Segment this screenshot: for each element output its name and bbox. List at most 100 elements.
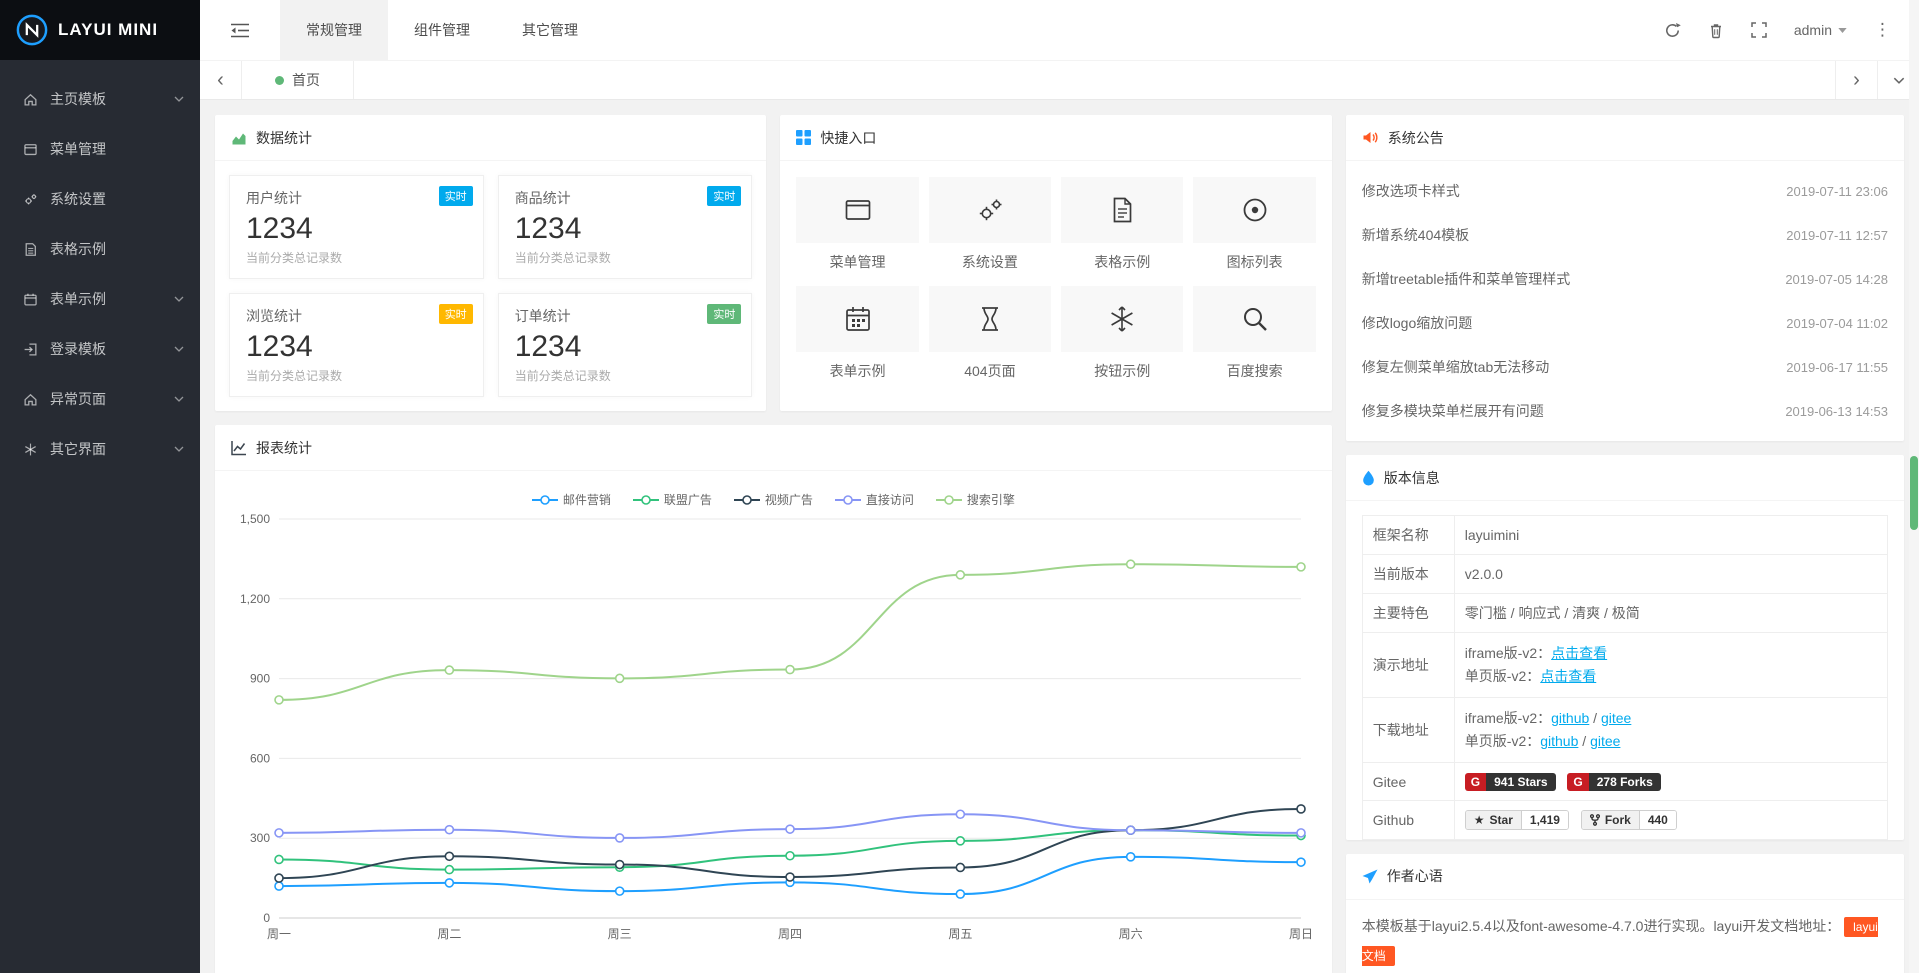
version-feature-value: 零门槛 / 响应式 / 清爽 / 极简 [1454, 594, 1887, 633]
stat-desc: 当前分类总记录数 [515, 249, 736, 266]
content: 数据统计 用户统计 1234 当前分类总记录数 实时 商品统计 1 [200, 100, 1919, 973]
card-title: 数据统计 [256, 128, 312, 148]
quick-item-table-example[interactable]: 表格示例 [1061, 177, 1183, 272]
quick-item-label: 菜单管理 [796, 252, 918, 272]
tab-home[interactable]: 首页 [242, 61, 354, 99]
quick-entry-card: 快捷入口 菜单管理 系统设置 [780, 115, 1331, 411]
announcement-item[interactable]: 新增treetable插件和菜单管理样式2019-07-05 14:28 [1362, 257, 1888, 301]
fullscreen-button[interactable] [1751, 22, 1767, 38]
quick-item-label: 百度搜索 [1193, 361, 1315, 381]
announcement-item[interactable]: 修复多模块菜单栏展开有问题2019-06-13 14:53 [1362, 389, 1888, 433]
version-table: 框架名称 layuimini 当前版本 v2.0.0 主要特色 零门槛 / 响应… [1362, 515, 1888, 840]
gitee-stars-badge[interactable]: G941 Stars [1465, 773, 1556, 791]
github-star-label: Star [1490, 813, 1513, 827]
user-dropdown[interactable]: admin [1794, 22, 1847, 38]
legend-marker-icon [532, 494, 558, 506]
quick-item-menu-manage[interactable]: 菜单管理 [796, 177, 918, 272]
sidebar-item-home-template[interactable]: 主页模板 [0, 74, 200, 124]
tab-scroll-right-button[interactable]: › [1835, 61, 1877, 99]
version-row-label: 主要特色 [1362, 594, 1454, 633]
sidebar-item-other-ui[interactable]: 其它界面 [0, 424, 200, 474]
version-row-label: 当前版本 [1362, 555, 1454, 594]
github-star-count: 1,419 [1522, 811, 1568, 829]
announcements-card: 系统公告 修改选项卡样式2019-07-11 23:06 新增系统404模板20… [1346, 115, 1904, 441]
announcement-item[interactable]: 修改选项卡样式2019-07-11 23:06 [1362, 169, 1888, 213]
legend-item[interactable]: 邮件营销 [532, 491, 611, 508]
sidebar-item-login-template[interactable]: 登录模板 [0, 324, 200, 374]
legend-item[interactable]: 搜索引擎 [936, 491, 1015, 508]
stat-label: 商品统计 [515, 188, 736, 208]
version-download-value: iframe版-v2：github / gitee 单页版-v2：github … [1454, 698, 1887, 763]
sidebar-item-menu-manage[interactable]: 菜单管理 [0, 124, 200, 174]
window-icon [796, 177, 918, 243]
legend-item[interactable]: 联盟广告 [633, 491, 712, 508]
more-menu-button[interactable]: ⋮ [1874, 20, 1891, 40]
announcement-item[interactable]: 修改logo缩放问题2019-07-04 11:02 [1362, 301, 1888, 345]
quick-item-baidu-search[interactable]: 百度搜索 [1193, 286, 1315, 381]
version-gitee-value: G941 Stars G278 Forks [1454, 763, 1887, 800]
download-github-link[interactable]: github [1551, 710, 1589, 726]
status-badge: 实时 [439, 304, 473, 324]
flame-icon [1362, 470, 1375, 486]
sidebar-item-error-pages[interactable]: 异常页面 [0, 374, 200, 424]
app-root: LAYUI MINI 主页模板 菜单管理 系统设置 表格示例 表单 [0, 0, 1919, 973]
quick-item-label: 图标列表 [1193, 252, 1315, 272]
gitee-logo-icon: G [1465, 773, 1486, 791]
sidebar-item-system-settings[interactable]: 系统设置 [0, 174, 200, 224]
app-logo[interactable]: LAYUI MINI [0, 0, 200, 60]
legend-marker-icon [633, 494, 659, 506]
report-line-chart-svg: 03006009001,2001,500周一周二周三周四周五周六周日 [229, 477, 1319, 952]
author-card: 作者心语 本模板基于layui2.5.4以及font-awesome-4.7.0… [1346, 854, 1904, 973]
gitee-forks-count: 278 Forks [1589, 773, 1661, 791]
download-github-link[interactable]: github [1540, 733, 1578, 749]
sidebar-collapse-button[interactable] [200, 0, 280, 60]
clear-cache-button[interactable] [1708, 22, 1724, 39]
quick-item-system-settings[interactable]: 系统设置 [929, 177, 1051, 272]
header-tab-general[interactable]: 常规管理 [280, 0, 388, 60]
content-right-column: 系统公告 修改选项卡样式2019-07-11 23:06 新增系统404模板20… [1339, 108, 1911, 965]
download-gitee-link[interactable]: gitee [1601, 710, 1631, 726]
github-fork-badge[interactable]: Fork440 [1581, 810, 1677, 830]
quick-item-form-example[interactable]: 表单示例 [796, 286, 918, 381]
page-scrollbar-thumb[interactable] [1910, 456, 1918, 530]
legend-item[interactable]: 视频广告 [734, 491, 813, 508]
stat-value: 1234 [246, 329, 467, 365]
svg-text:900: 900 [250, 672, 270, 686]
demo-onepage-link[interactable]: 点击查看 [1540, 668, 1596, 684]
svg-text:300: 300 [250, 831, 270, 845]
refresh-button[interactable] [1664, 22, 1681, 39]
version-card-header: 版本信息 [1346, 455, 1904, 501]
stat-box-orders: 订单统计 1234 当前分类总记录数 实时 [498, 293, 753, 397]
search-icon [1193, 286, 1315, 352]
app-title: LAYUI MINI [58, 20, 158, 40]
quick-grid: 菜单管理 系统设置 表格示例 [780, 161, 1331, 397]
sign-in-icon [20, 342, 40, 357]
status-badge: 实时 [439, 186, 473, 206]
quick-item-button-example[interactable]: 按钮示例 [1061, 286, 1183, 381]
sidebar-item-form-example[interactable]: 表单示例 [0, 274, 200, 324]
header-tab-label: 常规管理 [306, 20, 362, 40]
version-framework-value: layuimini [1454, 516, 1887, 555]
demo-line-prefix: iframe版-v2： [1465, 645, 1551, 661]
sidebar-item-table-example[interactable]: 表格示例 [0, 224, 200, 274]
quick-item-icon-list[interactable]: 图标列表 [1193, 177, 1315, 272]
download-gitee-link[interactable]: gitee [1590, 733, 1620, 749]
legend-item[interactable]: 直接访问 [835, 491, 914, 508]
demo-iframe-link[interactable]: 点击查看 [1551, 645, 1607, 661]
author-intro-text: 本模板基于layui2.5.4以及font-awesome-4.7.0进行实现。… [1362, 918, 1840, 934]
announcement-item[interactable]: 修复左侧菜单缩放tab无法移动2019-06-17 11:55 [1362, 345, 1888, 389]
outdent-icon [231, 23, 250, 38]
link-separator: / [1589, 710, 1601, 726]
tab-scroll-left-button[interactable]: ‹ [200, 61, 242, 99]
gitee-forks-badge[interactable]: G278 Forks [1567, 773, 1660, 791]
announcement-text: 修复左侧菜单缩放tab无法移动 [1362, 357, 1549, 377]
header-tab-components[interactable]: 组件管理 [388, 0, 496, 60]
svg-text:周三: 周三 [608, 927, 632, 941]
github-fork-count: 440 [1640, 811, 1676, 829]
card-title: 系统公告 [1388, 128, 1444, 148]
quick-item-404-page[interactable]: 404页面 [929, 286, 1051, 381]
announcement-item[interactable]: 新增系统404模板2019-07-11 12:57 [1362, 213, 1888, 257]
quick-item-label: 表单示例 [796, 361, 918, 381]
header-tab-other[interactable]: 其它管理 [496, 0, 604, 60]
github-star-badge[interactable]: ★Star1,419 [1465, 810, 1569, 830]
